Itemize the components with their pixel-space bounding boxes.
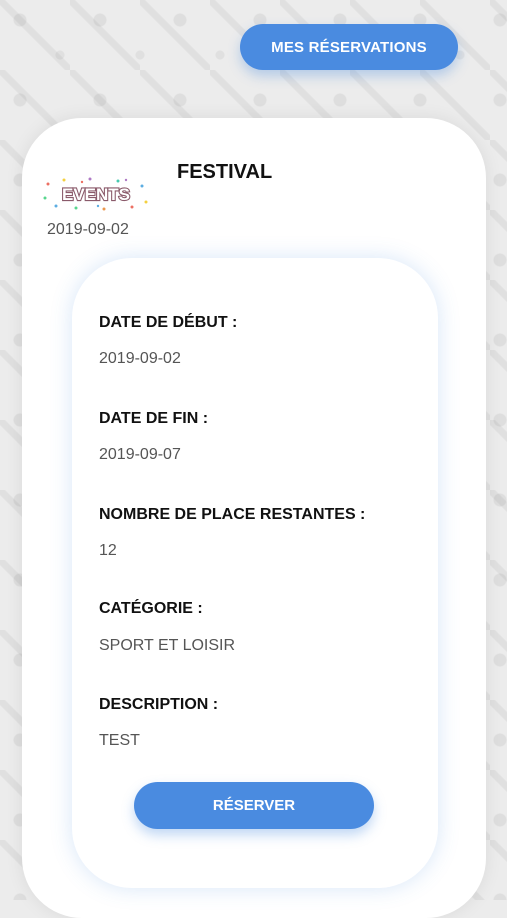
description-value: TEST — [99, 732, 140, 749]
logo-text: EVENTS — [62, 185, 130, 204]
start-date-label: DATE DE DÉBUT : — [99, 314, 238, 331]
description-label: DESCRIPTION : — [99, 696, 219, 713]
my-reservations-button[interactable]: MES RÉSERVATIONS — [240, 24, 458, 70]
remaining-places-label: NOMBRE DE PLACE RESTANTES : — [99, 506, 366, 523]
category-label: CATÉGORIE : — [99, 600, 203, 617]
reserve-button[interactable]: RÉSERVER — [134, 782, 374, 829]
category-value: SPORT ET LOISIR — [99, 637, 236, 654]
event-title: FESTIVAL — [177, 161, 273, 183]
events-logo-icon: EVENTS — [43, 177, 148, 211]
start-date-value: 2019-09-02 — [99, 350, 181, 367]
remaining-places-value: 12 — [99, 542, 117, 559]
end-date-value: 2019-09-07 — [99, 446, 181, 463]
end-date-label: DATE DE FIN : — [99, 410, 209, 427]
event-date: 2019-09-02 — [47, 221, 129, 238]
